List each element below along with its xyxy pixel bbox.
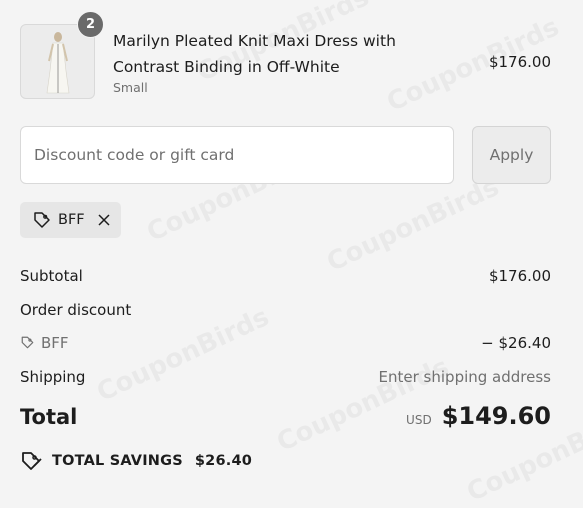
close-icon[interactable] — [97, 213, 111, 227]
quantity-badge: 2 — [77, 11, 104, 38]
order-discount-row: Order discount — [20, 301, 551, 319]
currency-code: USD — [406, 413, 432, 427]
order-discount-label: Order discount — [20, 301, 132, 319]
tag-icon — [34, 212, 50, 228]
total-label: Total — [20, 405, 78, 429]
shipping-row: Shipping Enter shipping address — [20, 368, 551, 386]
product-variant: Small — [113, 80, 148, 95]
total-savings: TOTAL SAVINGS $26.40 — [20, 450, 252, 472]
total-savings-value: $26.40 — [194, 453, 253, 469]
discount-code-label: BFF — [20, 334, 69, 352]
shipping-label: Shipping — [20, 368, 86, 386]
total-row: Total USD $149.60 — [20, 402, 551, 430]
applied-discount-chip: BFF — [20, 202, 121, 238]
apply-button[interactable]: Apply — [472, 126, 551, 184]
shipping-value: Enter shipping address — [378, 368, 551, 386]
tag-icon — [21, 336, 34, 349]
subtotal-value: $176.00 — [488, 267, 551, 285]
total-value: $149.60 — [441, 402, 551, 430]
subtotal-label: Subtotal — [20, 267, 83, 285]
discount-code-text: BFF — [41, 334, 69, 352]
product-title: Marilyn Pleated Knit Maxi Dress with Con… — [113, 32, 396, 76]
discount-value: − $26.40 — [481, 334, 551, 352]
discount-code-input[interactable] — [20, 126, 454, 184]
applied-discount-code: BFF — [58, 212, 85, 228]
watermark: CouponBirds — [322, 172, 503, 278]
total-savings-label: TOTAL SAVINGS — [52, 453, 183, 469]
savings-tag-icon — [22, 452, 42, 470]
product-price: $176.00 — [488, 53, 551, 71]
product-image — [46, 32, 70, 94]
subtotal-row: Subtotal $176.00 — [20, 267, 551, 285]
discount-code-row: BFF − $26.40 — [20, 334, 551, 352]
